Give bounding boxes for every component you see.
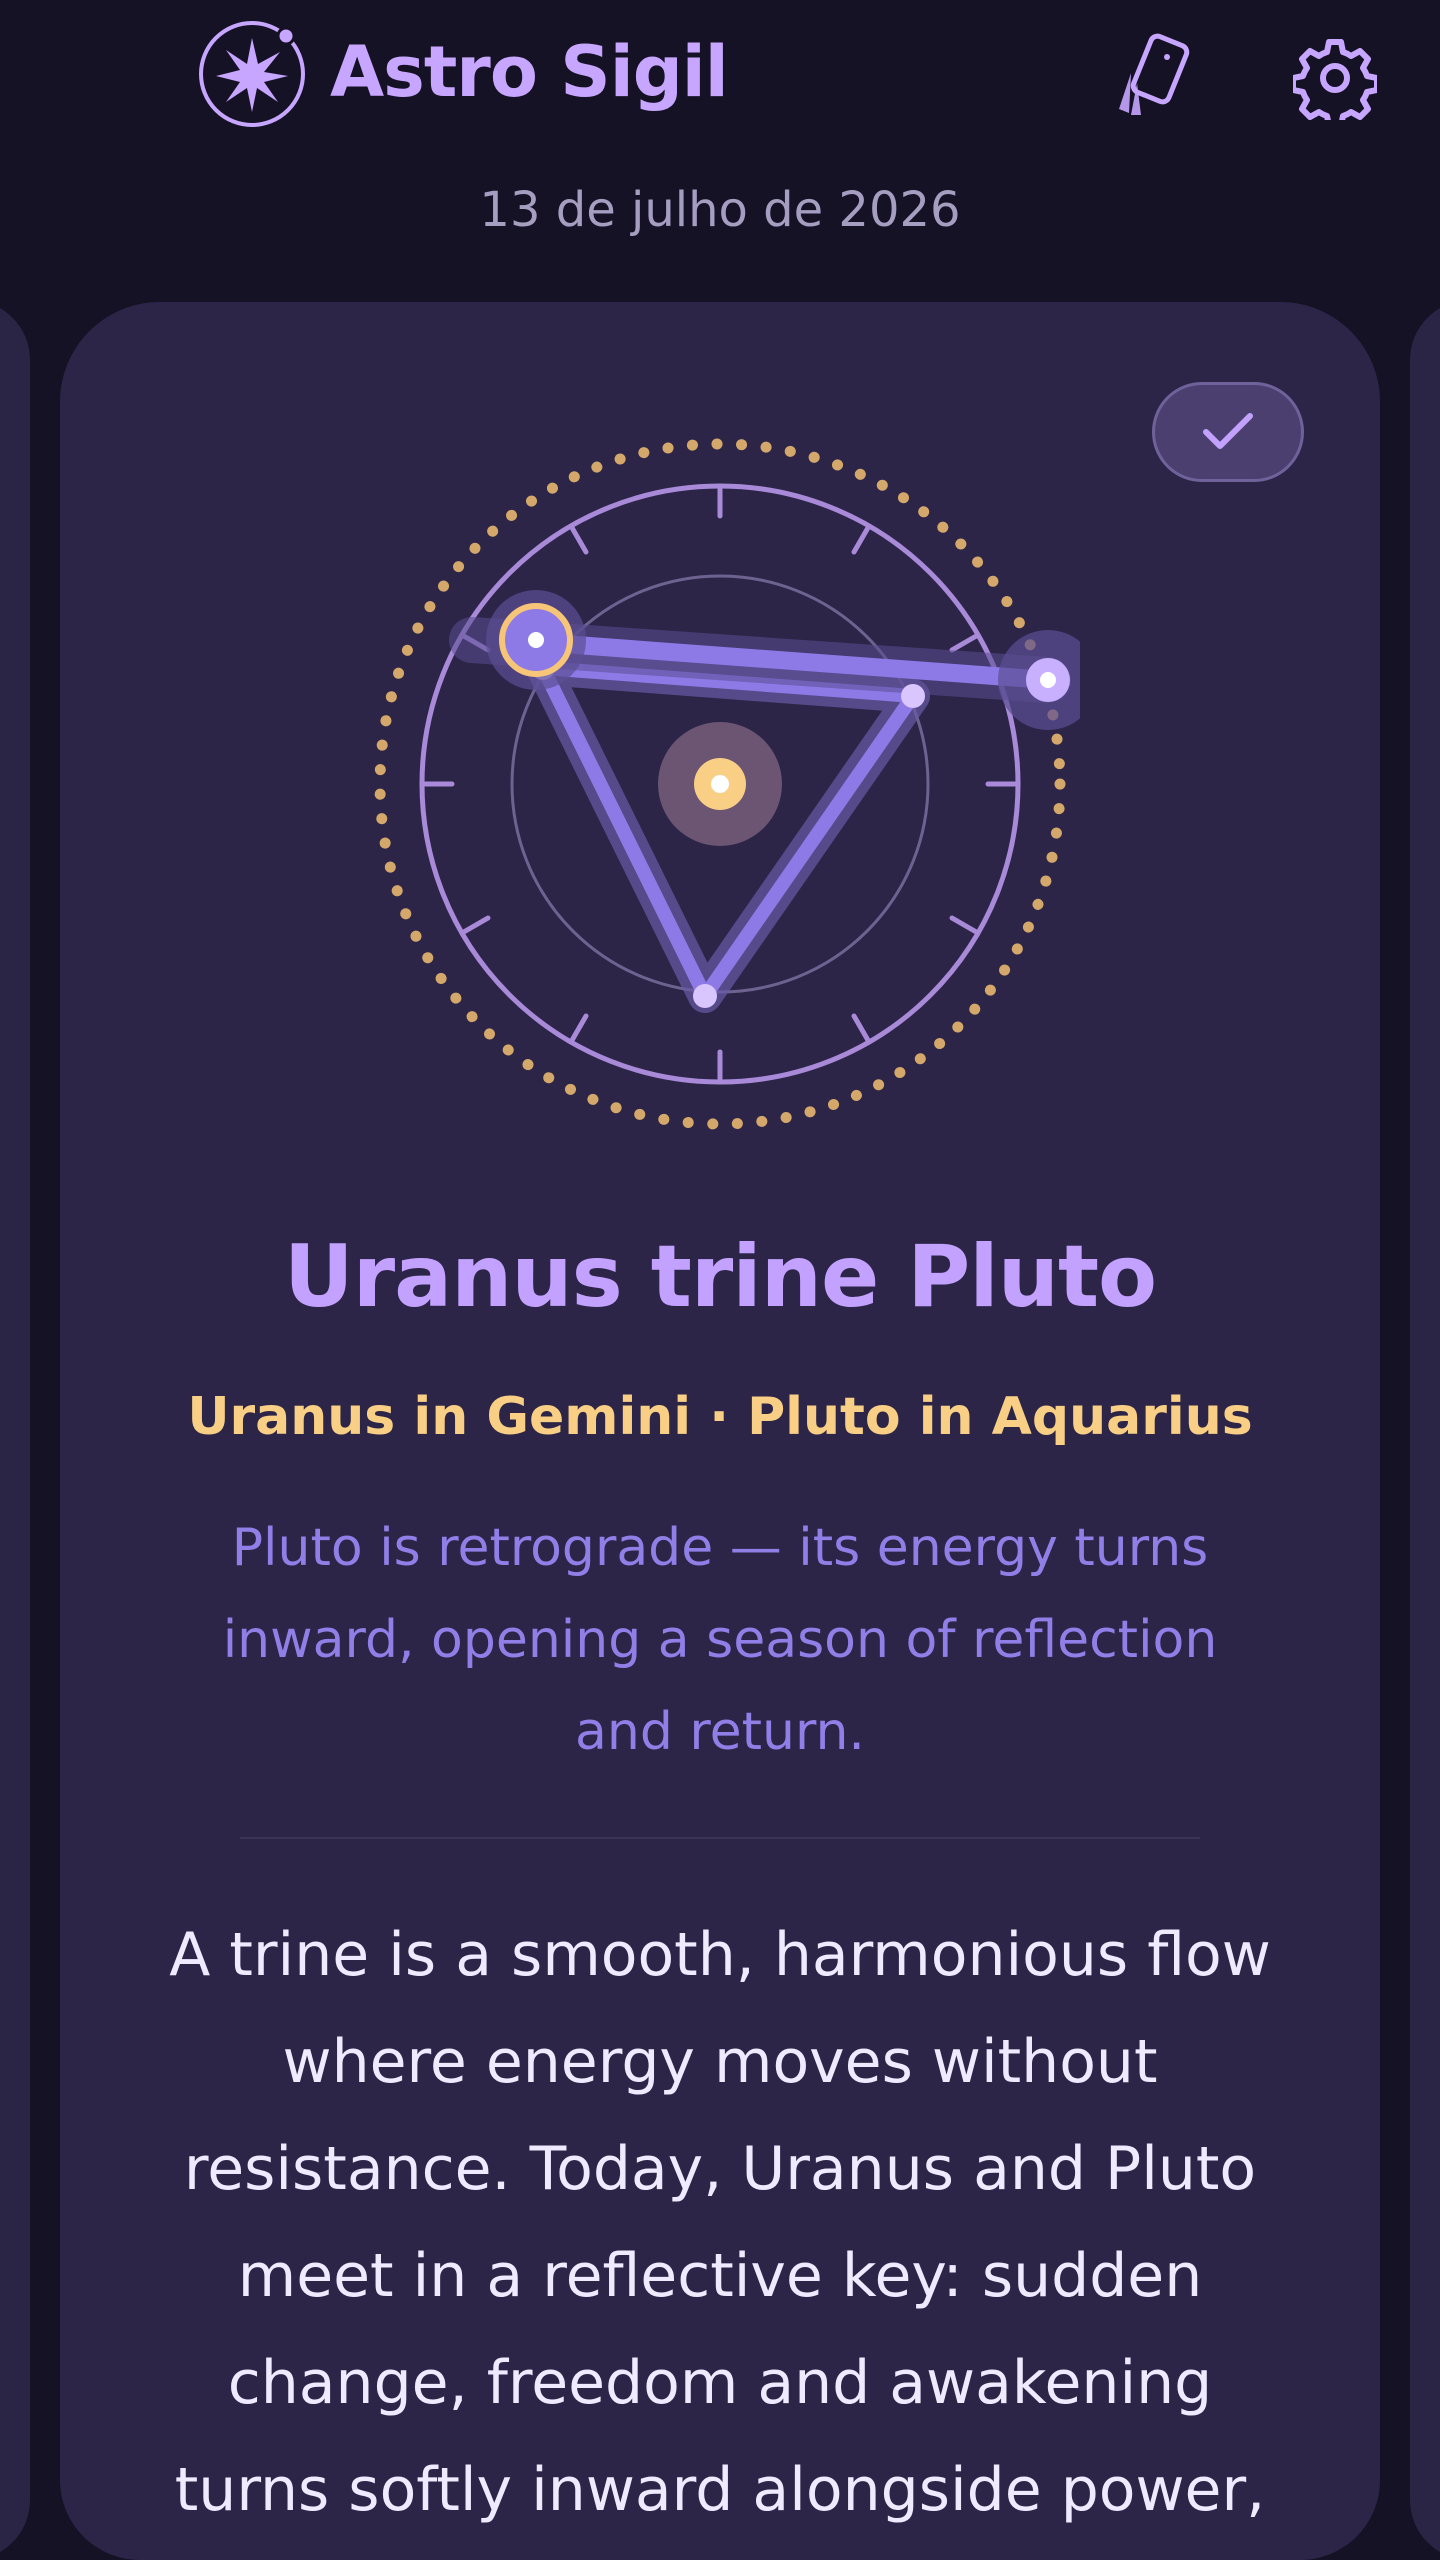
app-title: Astro Sigil <box>330 31 729 113</box>
app-header: Astro Sigil <box>0 0 1440 150</box>
divider <box>240 1837 1200 1839</box>
next-card-peek[interactable] <box>1410 300 1440 2560</box>
previous-card-peek[interactable] <box>0 300 30 2560</box>
center-sun <box>658 722 782 846</box>
aspect-signs: Uranus in Gemini · Pluto in Aquarius <box>187 1387 1253 1447</box>
mark-done-button[interactable] <box>1152 382 1304 482</box>
retrograde-note: Pluto is retrograde — its energy turns i… <box>222 1518 1218 1762</box>
gear-icon <box>1293 39 1377 120</box>
aspect-description: A trine is a smooth, harmonious flow whe… <box>169 1920 1271 2525</box>
uranus-planet-marker <box>486 590 586 690</box>
tarot-cards-icon <box>1119 33 1190 115</box>
aspect-card: Uranus trine Pluto Uranus in Gemini · Pl… <box>60 302 1380 2560</box>
settings-button[interactable] <box>1285 28 1385 128</box>
sparkle-orbit-icon <box>199 21 305 127</box>
cards-button[interactable] <box>1104 28 1204 128</box>
aspect-wheel <box>374 438 1080 1130</box>
aspect-title: Uranus trine Pluto <box>283 1227 1157 1327</box>
check-icon <box>1203 413 1253 449</box>
date-label: 13 de julho de 2026 <box>479 182 961 238</box>
